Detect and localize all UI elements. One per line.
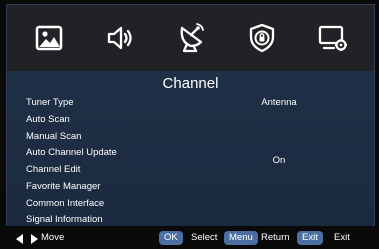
lock-shield-icon bbox=[249, 23, 274, 53]
menu-item-label: Auto Scan bbox=[26, 114, 70, 125]
tab-channel[interactable] bbox=[169, 16, 213, 60]
osd-menu: Channel Tuner Type Antenna Auto Scan Man… bbox=[6, 4, 375, 228]
menu-item-label: Channel Edit bbox=[26, 164, 81, 175]
ok-key-badge: OK bbox=[159, 231, 183, 245]
tuner-type-value: Antenna bbox=[261, 97, 297, 108]
select-hint-label: Select bbox=[191, 232, 218, 243]
exit-key-badge: Exit bbox=[297, 231, 323, 245]
speaker-icon bbox=[107, 26, 132, 50]
menu-item-label: Common Interface bbox=[26, 198, 105, 209]
menu-item-label: Signal Information bbox=[26, 214, 103, 225]
menu-key-badge: Menu bbox=[224, 231, 258, 245]
left-right-arrows-icon bbox=[16, 234, 38, 244]
menu-item-label: Manual Scan bbox=[26, 131, 82, 142]
channel-menu: Channel Tuner Type Antenna Auto Scan Man… bbox=[7, 71, 374, 227]
tab-lock[interactable] bbox=[240, 16, 284, 60]
menu-item-auto-channel-update[interactable]: Auto Channel Update On bbox=[26, 145, 356, 166]
menu-item-favorite-manager[interactable]: Favorite Manager bbox=[26, 179, 356, 195]
menu-item-manual-scan[interactable]: Manual Scan bbox=[26, 129, 356, 145]
menu-item-label: Auto Channel Update bbox=[26, 147, 117, 158]
picture-icon bbox=[35, 25, 62, 51]
menu-item-auto-scan[interactable]: Auto Scan bbox=[26, 112, 356, 128]
tab-sound[interactable] bbox=[98, 16, 142, 60]
menu-title: Channel bbox=[162, 75, 219, 92]
menu-item-label: Tuner Type bbox=[26, 97, 74, 108]
screen-settings-icon bbox=[318, 25, 347, 51]
menu-item-label: Favorite Manager bbox=[26, 181, 101, 192]
tv-frame: Channel Tuner Type Antenna Auto Scan Man… bbox=[0, 0, 379, 249]
move-hint-label: Move bbox=[41, 232, 65, 243]
tab-picture[interactable] bbox=[27, 16, 71, 60]
menu-item-channel-edit[interactable]: Channel Edit bbox=[26, 162, 356, 178]
menu-item-tuner-type[interactable]: Tuner Type Antenna bbox=[26, 95, 356, 111]
return-hint-label: Return bbox=[261, 232, 290, 243]
exit-hint-label: Exit bbox=[334, 232, 350, 243]
menu-item-common-interface[interactable]: Common Interface bbox=[26, 196, 356, 212]
key-hint-bar: Move OK Select Menu Return Exit Exit bbox=[0, 226, 379, 249]
tab-setup[interactable] bbox=[311, 16, 355, 60]
menu-icon-bar bbox=[7, 5, 374, 71]
satellite-dish-icon bbox=[180, 23, 204, 53]
